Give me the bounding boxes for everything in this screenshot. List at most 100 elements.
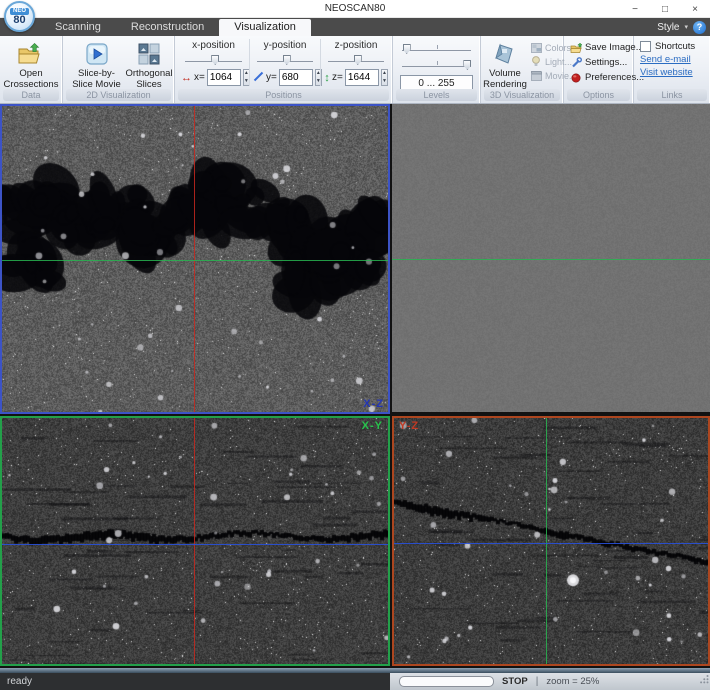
group-label-links: Links (637, 89, 707, 101)
status-separator: | (536, 676, 539, 687)
group-label-3d-visualization: 3D Visualization (484, 89, 560, 101)
status-message: ready (0, 673, 390, 690)
orthogonal-slices-button[interactable]: Orthogonal Slices (127, 39, 171, 92)
shortcuts-checkbox[interactable] (640, 41, 651, 52)
save-image-icon (570, 42, 582, 53)
ribbon-group-options: Save Image... Settings... (564, 36, 634, 103)
close-button[interactable]: × (680, 0, 710, 18)
send-email-link[interactable]: Send e-mail (638, 54, 697, 65)
settings-label: Settings... (585, 57, 627, 68)
z-position-control: z-position ↕ z= ▲ ▼ (320, 39, 391, 86)
yz-crosshair-horizontal (394, 543, 708, 544)
z-position-slider[interactable] (328, 53, 384, 66)
x-slider-thumb[interactable] (211, 55, 219, 65)
xz-crosshair-vertical (194, 106, 195, 412)
viewport-3d[interactable] (392, 104, 710, 412)
volume-rendering-icon (492, 41, 518, 67)
group-label-data: Data (3, 89, 59, 101)
group-label-levels: Levels (396, 89, 477, 101)
movie-clapper-icon (530, 70, 542, 81)
group-label-2d-visualization: 2D Visualization (66, 89, 171, 101)
z-axis-icon: ↕ (324, 72, 330, 84)
ribbon-group-2d-visualization: Slice-by-Slice Movie Orthogonal Slices 2… (63, 36, 175, 103)
volume-crosshair-horizontal (392, 259, 710, 260)
xy-view-label: X-Y (362, 420, 383, 432)
y-prefix: y= (266, 72, 277, 83)
group-label-positions: Positions (178, 89, 389, 101)
z-spin-up-icon[interactable]: ▲ (382, 70, 387, 78)
z-spin-down-icon[interactable]: ▼ (382, 78, 387, 86)
viewport-yz[interactable]: Y-Z (392, 416, 710, 666)
ribbon-tabbar: Scanning Reconstruction Visualization St… (0, 18, 710, 36)
colors-icon (530, 42, 542, 53)
maximize-button[interactable]: □ (650, 0, 680, 18)
level-low-thumb[interactable] (403, 44, 411, 54)
shortcuts-label: Shortcuts (655, 41, 695, 52)
x-axis-icon: ↔ (181, 72, 192, 84)
y-axis-icon (253, 71, 264, 85)
titlebar: NEOSCAN80 − □ × (0, 0, 710, 18)
help-icon[interactable]: ? (693, 21, 706, 34)
tab-reconstruction[interactable]: Reconstruction (116, 19, 219, 36)
resize-grip-icon[interactable] (699, 671, 709, 689)
logo-text-80: 80 (13, 15, 25, 26)
x-position-input[interactable] (207, 69, 241, 86)
z-spinner[interactable]: ▲ ▼ (381, 69, 388, 86)
xy-slice-image[interactable] (2, 418, 388, 664)
volume-preview-image[interactable] (392, 104, 710, 412)
x-position-control: x-position ↔ x= ▲ ▼ (178, 39, 249, 86)
window-title: NEOSCAN80 (325, 3, 386, 14)
volume-rendering-label: Volume Rendering (483, 69, 527, 90)
chevron-down-icon[interactable]: ▾ (684, 23, 688, 31)
shortcuts-toggle[interactable]: Shortcuts (638, 41, 697, 52)
yz-crosshair-vertical (546, 418, 547, 664)
wrench-icon (570, 57, 582, 68)
x-position-title: x-position (181, 40, 246, 51)
z-slider-thumb[interactable] (354, 55, 362, 65)
xz-view-label: X-Z (363, 398, 384, 410)
preferences-icon (570, 72, 582, 83)
yz-slice-image[interactable] (394, 418, 708, 664)
open-crossections-button[interactable]: Open Crossections (3, 39, 59, 92)
style-dropdown[interactable]: Style (657, 22, 679, 33)
z-position-input[interactable] (345, 69, 379, 86)
z-prefix: z= (332, 72, 343, 83)
play-movie-icon (85, 41, 109, 67)
orthogonal-slices-label: Orthogonal Slices (126, 69, 173, 90)
x-position-slider[interactable] (185, 53, 242, 66)
volume-rendering-button[interactable]: Volume Rendering (484, 39, 526, 92)
open-crossections-label: Open Crossections (4, 69, 59, 90)
slice-by-slice-movie-button[interactable]: Slice-by-Slice Movie (66, 39, 127, 92)
level-low-slider[interactable] (402, 42, 471, 55)
tab-scanning[interactable]: Scanning (40, 19, 116, 36)
level-high-thumb[interactable] (463, 60, 471, 70)
ribbon-group-3d-visualization: Volume Rendering Colors... (481, 36, 564, 103)
xz-crosshair-horizontal (2, 260, 388, 261)
y-position-control: y-position y= ▲ ▼ (249, 39, 320, 86)
y-position-slider[interactable] (257, 53, 313, 66)
ribbon-group-links: Shortcuts Send e-mail Visit website Link… (634, 36, 710, 103)
z-position-title: z-position (324, 40, 388, 51)
ribbon: Open Crossections Data Slice-by-Slice Mo… (0, 36, 710, 104)
xz-slice-image[interactable] (2, 106, 388, 412)
app-logo[interactable]: NEO 80 (4, 1, 35, 32)
level-high-slider[interactable] (402, 58, 471, 71)
viewport-xy[interactable]: X-Y (0, 416, 390, 666)
ribbon-group-positions: x-position ↔ x= ▲ ▼ y-position (175, 36, 393, 103)
visit-website-link[interactable]: Visit website (638, 67, 697, 78)
viewport-area: X-Z X-Y Y-Z (0, 104, 710, 668)
xy-crosshair-horizontal (2, 544, 388, 545)
viewport-xz[interactable]: X-Z (0, 104, 390, 414)
y-slider-thumb[interactable] (283, 55, 291, 65)
window-controls: − □ × (620, 0, 710, 18)
application-window: NEOSCAN80 − □ × NEO 80 Scanning Reconstr… (0, 0, 710, 690)
stop-button[interactable]: STOP (502, 676, 528, 687)
tab-visualization[interactable]: Visualization (219, 19, 311, 36)
minimize-button[interactable]: − (620, 0, 650, 18)
xy-crosshair-vertical (194, 418, 195, 664)
group-label-options: Options (567, 89, 630, 101)
y-position-input[interactable] (279, 69, 313, 86)
ribbon-group-data: Open Crossections Data (0, 36, 63, 103)
zoom-level-label: zoom = 25% (546, 676, 599, 687)
progress-bar (399, 676, 494, 687)
